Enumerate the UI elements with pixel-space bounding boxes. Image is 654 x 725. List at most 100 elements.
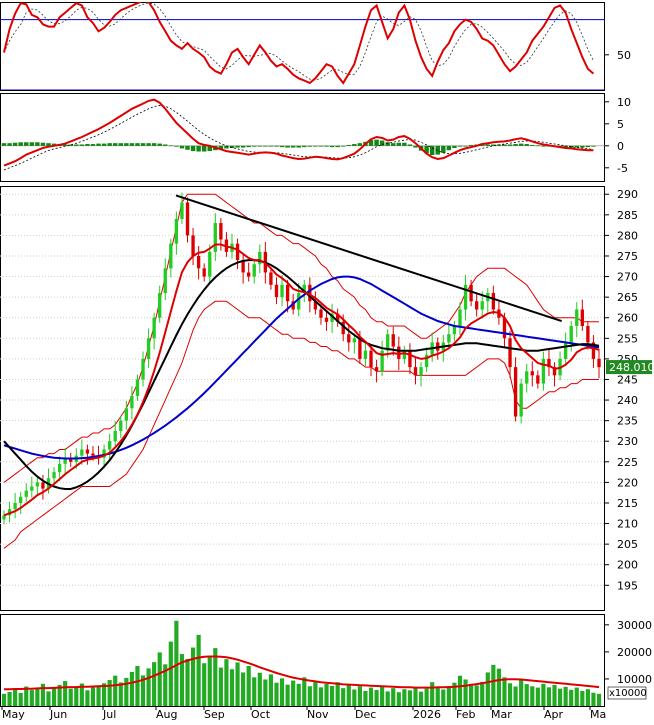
- volume-bar: [485, 672, 490, 706]
- macd-histogram-bar: [185, 145, 190, 150]
- macd-histogram-bar: [96, 143, 101, 146]
- volume-unit-label: x10000: [609, 688, 647, 699]
- volume-bar: [546, 687, 552, 706]
- candle-body: [107, 441, 112, 450]
- macd-histogram-bar: [124, 143, 129, 146]
- macd-histogram-bar: [302, 145, 307, 148]
- volume-bar: [185, 658, 190, 706]
- macd-histogram-bar: [151, 143, 157, 146]
- candle-body: [152, 317, 156, 339]
- x-tick-label: Ma: [590, 708, 606, 721]
- candle-body: [52, 472, 56, 479]
- volume-bar: [135, 665, 140, 706]
- candle-body: [191, 235, 195, 256]
- rsi-y-tick-label: 50: [617, 49, 631, 62]
- price-y-tick-label: 215: [617, 497, 638, 510]
- volume-bar: [418, 691, 424, 706]
- candle-body: [541, 358, 546, 384]
- macd-histogram-bar: [402, 142, 407, 146]
- candle-body: [252, 264, 256, 277]
- macd-plot: [0, 98, 605, 171]
- macd-histogram-bar: [46, 143, 51, 146]
- volume-bar: [585, 689, 590, 706]
- volume-bar: [341, 688, 346, 706]
- x-tick-label: Nov: [307, 708, 329, 721]
- volume-bar: [519, 680, 524, 706]
- volume-bar: [118, 682, 123, 706]
- volume-y-tick-label: 10000: [617, 673, 652, 686]
- macd-histogram-bar: [541, 145, 546, 147]
- price-y-tick-label: 245: [617, 373, 638, 386]
- rsi-line: [3, 2, 595, 85]
- price-y-tick-label: 210: [617, 518, 638, 531]
- candle-body: [452, 325, 457, 335]
- candle-body: [491, 293, 496, 310]
- candle-body: [57, 463, 62, 473]
- macd-histogram-bar: [580, 145, 585, 148]
- macd-histogram-bar: [290, 145, 296, 148]
- macd-histogram-bar: [391, 143, 396, 146]
- candle-body: [113, 430, 117, 442]
- price-plot: [0, 192, 605, 586]
- macd-histogram-bar: [357, 143, 363, 146]
- macd-histogram-bar: [35, 142, 40, 146]
- candle-body: [130, 395, 134, 409]
- volume-bar: [457, 675, 463, 706]
- volume-bar: [13, 689, 18, 706]
- volume-bar: [541, 683, 546, 706]
- volume-bar: [413, 687, 418, 706]
- macd-histogram-bar: [335, 145, 340, 148]
- macd-histogram-bar: [279, 145, 285, 148]
- volume-bar: [435, 686, 440, 706]
- candle-body: [586, 325, 590, 343]
- macd-histogram-bar: [29, 142, 35, 146]
- volume-bar: [313, 682, 318, 706]
- volume-bar: [507, 683, 513, 706]
- candle-body: [397, 346, 401, 359]
- volume-bar: [557, 688, 563, 706]
- x-tick-label: Jul: [102, 708, 116, 721]
- volume-bar: [224, 659, 229, 706]
- volume-bar: [402, 689, 407, 706]
- macd-histogram-bar: [252, 145, 257, 147]
- macd-histogram-bar: [274, 145, 279, 147]
- volume-y-tick-label: 20000: [617, 646, 652, 659]
- candle-body: [124, 408, 129, 421]
- macd-histogram-bar: [346, 144, 351, 146]
- price-y-tick-label: 240: [617, 394, 638, 407]
- candle-body: [91, 453, 95, 456]
- x-tick-label: Apr: [544, 708, 564, 721]
- volume-bar: [18, 693, 23, 706]
- x-tick-label: 2026: [413, 708, 441, 721]
- volume-bar: [96, 685, 101, 706]
- macd-histogram-bar: [179, 145, 185, 149]
- volume-bar: [263, 679, 268, 706]
- macd-histogram-bar: [585, 145, 591, 148]
- volume-bar: [124, 677, 129, 706]
- volume-bar: [190, 647, 196, 706]
- candle-body: [352, 338, 356, 343]
- volume-bar: [329, 685, 335, 706]
- price-y-tick-label: 290: [617, 188, 638, 201]
- candle-body: [447, 334, 451, 343]
- candle-body: [508, 338, 512, 368]
- candle-body: [563, 342, 568, 359]
- volume-bar: [274, 682, 279, 706]
- volume-bar: [441, 689, 446, 706]
- candle-body: [146, 338, 151, 359]
- candle-body: [525, 371, 529, 384]
- volume-bar: [396, 692, 401, 706]
- rsi-signal-line: [3, 2, 594, 81]
- price-y-tick-label: 235: [617, 415, 638, 428]
- candle-body: [569, 325, 573, 343]
- volume-bar: [535, 687, 540, 706]
- volume-bar: [407, 690, 413, 706]
- volume-y-tick-label: 30000: [617, 619, 652, 632]
- macd-histogram-bar: [90, 144, 96, 146]
- macd-histogram-bar: [329, 145, 335, 148]
- macd-histogram-bar: [40, 142, 46, 146]
- macd-histogram-bar: [129, 143, 135, 146]
- macd-histogram-bar: [268, 145, 274, 147]
- candle-body: [80, 449, 84, 456]
- macd-histogram-bar: [118, 143, 123, 146]
